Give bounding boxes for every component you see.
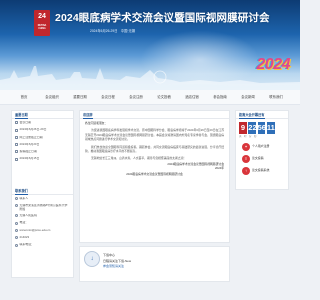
countdown-units: 天 时 分 秒 [239,135,257,138]
contact-tel: 联系电话： [19,243,34,247]
nav-item-hotel[interactable]: 酒店住宿 [178,90,206,105]
contact-hospital: 无锡人民医院 [19,214,37,218]
conference-title: 2024眼底病学术交流会议暨国际视网膜研讨会 [55,12,270,24]
letter-paragraph: 为促进我国眼底病学科发展和学术交流，原中国眼科学分会、眼底病学组将于2024年6… [85,128,224,142]
countdown-header: 距离大会开幕还有 [236,111,288,119]
right-panel: 距离大会开幕还有 9 22 56 11 天 时 分 秒 + 个人用户注册 ≡ 论… [235,110,289,190]
letter-paragraph: 无锡地处长江三角洲，山清水秀，人文荟萃，期待与您相聚美丽的太湖之滨！ [91,156,187,161]
contact-person: 联系人 [19,196,29,200]
list-item: 联系人 [15,197,70,204]
calendar-icon [15,128,18,132]
list-item: 2024年6月20日 [15,143,70,150]
date-label: 网上注册截止日期 [19,135,43,139]
letter-paragraph: 我们热忱欢迎全国眼科同道积极投稿、踊跃参会，共同交流眼底病临床与基础研究的最新进… [85,144,224,154]
download-title: 下载中心 [103,253,116,257]
submission-system-button[interactable]: ↑ 论文投稿系统 [240,166,284,175]
countdown-seconds: 11 [266,122,275,134]
countdown-title: 距离大会开幕还有 [239,113,265,119]
conference-date-location: 2024年6月26-29日 中国·无锡 [90,29,136,33]
building-icon [15,214,18,218]
phone-icon [15,221,18,225]
nav-item-guide[interactable]: 参会指南 [206,90,234,105]
countdown-minutes: 56 [257,122,266,134]
contact-header: 联系我们 [12,187,73,195]
letter-note: 2024眼底病学术交流会议暨国际视网膜研讨会 [126,171,183,176]
important-dates-list: 会议日期 2024年6月26日-29日 网上注册截止日期 2024年6月20日 … [12,119,73,167]
submit-label: 论文投稿 [252,155,264,160]
submit-paper-button[interactable]: ≡ 论文投稿 [240,154,284,163]
list-item: 会议日期 [15,121,70,128]
welcome-header: 欢迎辞 [80,111,229,119]
user-add-icon: + [242,142,250,151]
nav-item-submission[interactable]: 论文投稿 [150,90,178,105]
download-icon[interactable]: ↓ [84,251,100,267]
submission-system-label: 论文投稿系统 [252,167,270,172]
list-item: 电话： [15,221,70,228]
sidebar: 重要日期 会议日期 2024年6月26日-29日 网上注册截止日期 2024年6… [11,110,74,278]
calendar-icon [15,135,18,139]
year-decoration: 2024 [256,56,290,73]
date-value: 2024年6月15日 [19,157,40,161]
city-skyline-illustration [0,66,300,90]
postcode-icon [15,236,18,240]
nav-item-news[interactable]: 会议新闻 [234,90,262,105]
upload-icon: ↑ [242,166,250,175]
register-button[interactable]: + 个人用户注册 [240,142,284,151]
important-dates-header: 重要日期 [12,111,73,119]
nav-item-registration[interactable]: 会议注册 [122,90,150,105]
welcome-panel: 欢迎辞 各位同道和朋友： 为促进我国眼底病学科发展和学术交流，原中国眼科学分会、… [79,110,230,243]
contact-title: 联系我们 [15,188,28,195]
letter-greeting: 各位同道和朋友： [85,121,108,125]
nav-item-dates[interactable]: 重要日期 [66,90,94,105]
letter-date: 2024年 [214,166,224,171]
date-value: 2024年6月20日 [19,142,40,146]
nav-item-schedule[interactable]: 会议日程 [94,90,122,105]
calendar-icon [15,143,18,147]
list-item: 2024年6月26日-29日 [15,128,70,135]
download-link[interactable]: 日程请关注下载-New [103,259,131,263]
logo-number: 24 [38,13,46,20]
nav-item-home[interactable]: 首页 [10,90,38,105]
countdown-hours: 22 [248,122,257,134]
important-dates-title: 重要日期 [15,113,28,119]
list-item: 网上注册截止日期 [15,136,70,143]
contact-email[interactable]: wxrenmin@jsmu.edu.cn [20,229,51,233]
calendar-icon [15,150,18,154]
location-icon [15,204,18,208]
email-icon [15,228,18,232]
contact-list: 联系人 无锡市梁溪区清扬路8号南京医科大学附属 无锡人民医院 电话： wxren… [12,195,73,253]
welcome-title: 欢迎辞 [83,113,93,119]
date-value: 2024年6月26日-29日 [19,128,47,132]
list-item: 无锡市梁溪区清扬路8号南京医科大学附属 [15,204,70,214]
list-item: 214023 [15,236,70,243]
user-icon [15,197,18,201]
list-item: 无锡人民医院 [15,214,70,221]
nav-item-organization[interactable]: 会议组织 [38,90,66,105]
calendar-icon [15,157,18,161]
contact-postcode: 214023 [19,235,30,239]
nav-item-contact[interactable]: 联系我们 [262,90,290,105]
logo-text: RETINA CHINA [37,25,47,30]
calendar-icon [15,121,18,125]
countdown-days: 9 [239,122,247,134]
document-icon: ≡ [242,154,250,163]
header-banner: 24 RETINA CHINA 2024眼底病学术交流会议暨国际视网膜研讨会 2… [0,0,300,90]
list-item: 联系电话： [15,243,70,250]
main-nav: 首页 会议组织 重要日期 会议日程 会议注册 论文投稿 酒店住宿 参会指南 会议… [0,90,300,105]
download-panel: ↓ 下载中心 日程请关注下载-New 参会须知请关注 [79,246,230,282]
list-item: wxrenmin@jsmu.edu.cn [15,229,70,236]
list-item: 投稿截止日期 [15,150,70,157]
countdown-timer: 9 22 56 11 [236,119,288,134]
date-label: 投稿截止日期 [19,150,37,154]
date-label: 会议日期 [19,121,32,124]
register-label: 个人用户注册 [252,143,270,148]
contact-phone: 电话： [19,221,29,225]
download-link[interactable]: 参会须知请关注 [103,264,124,268]
welcome-letter: 各位同道和朋友： 为促进我国眼底病学科发展和学术交流，原中国眼科学分会、眼底病学… [80,119,229,180]
list-item: 2024年6月15日 [15,157,70,164]
phone-icon [15,243,18,247]
contact-address: 无锡市梁溪区清扬路8号南京医科大学附属 [19,204,68,211]
